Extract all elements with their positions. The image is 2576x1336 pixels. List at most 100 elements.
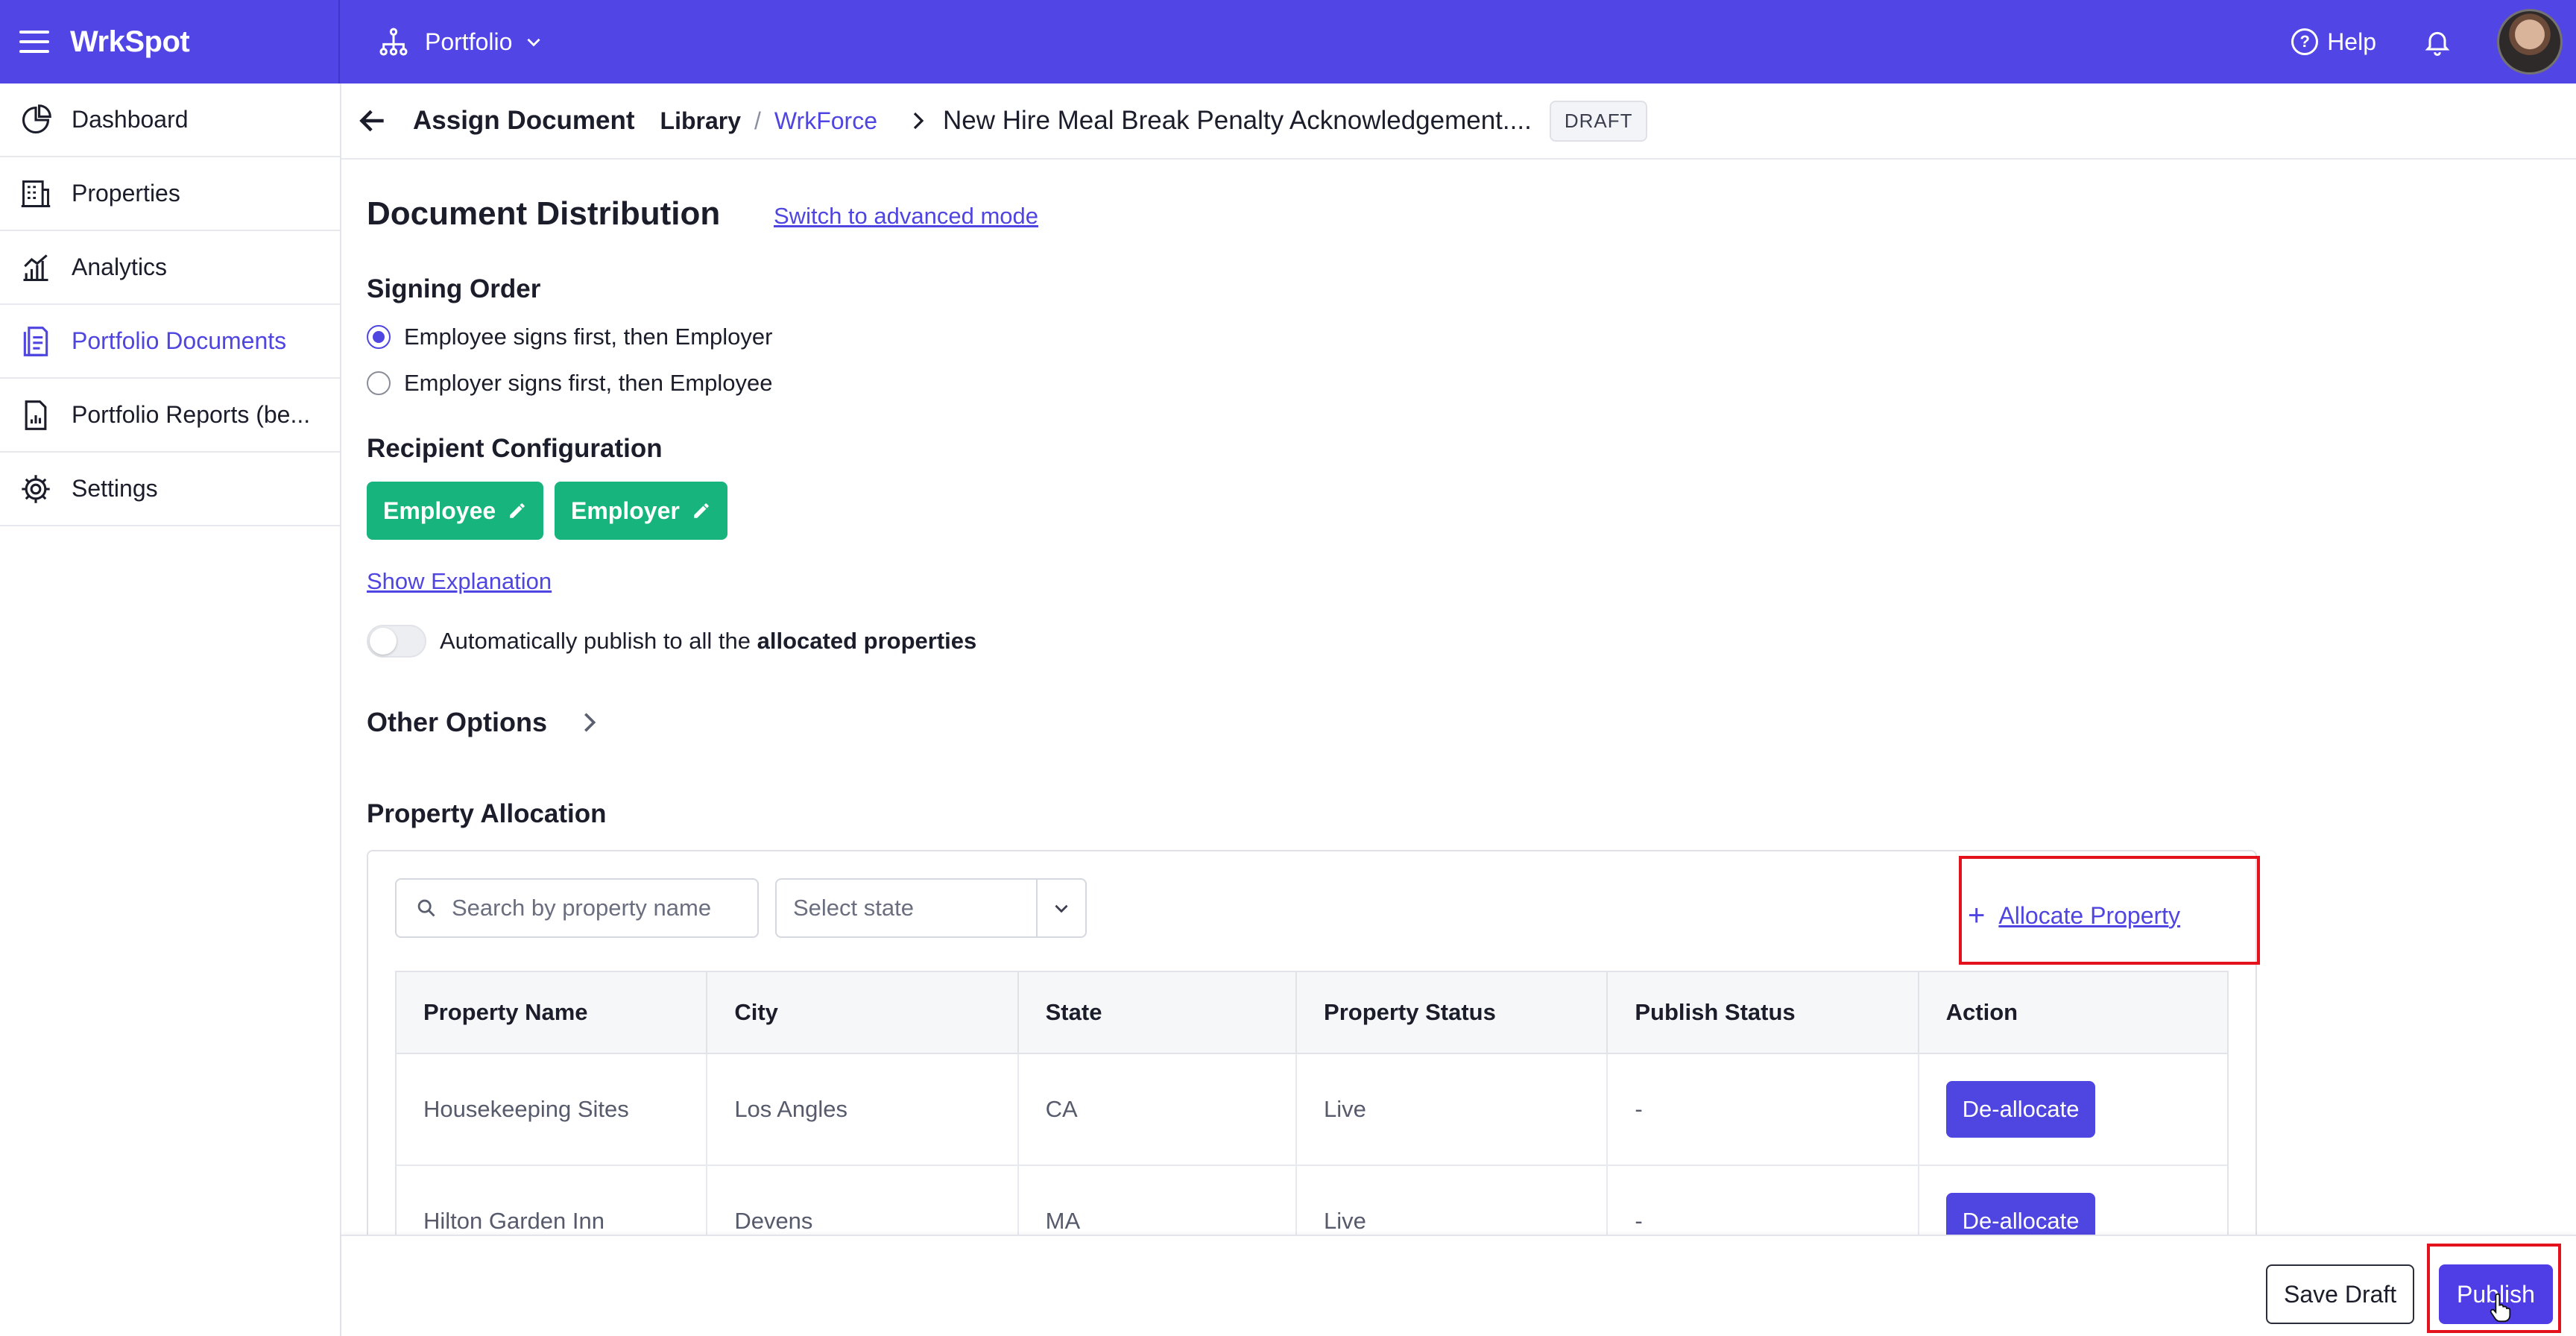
back-arrow-icon[interactable] xyxy=(356,104,389,137)
report-icon xyxy=(25,400,47,430)
state-select-value: Select state xyxy=(793,895,914,921)
sidebar-item-label: Dashboard xyxy=(72,106,189,133)
other-options-label: Other Options xyxy=(367,707,547,737)
bell-icon[interactable] xyxy=(2422,27,2452,57)
property-allocation-heading: Property Allocation xyxy=(367,799,607,828)
search-input[interactable] xyxy=(452,895,750,921)
table-row: Housekeeping Sites Los Angles CA Live - … xyxy=(397,1054,2227,1166)
cell-property-status: Live xyxy=(1297,1166,1609,1235)
radio-label: Employee signs first, then Employer xyxy=(404,324,773,350)
dashboard-icon xyxy=(22,104,51,133)
other-options-toggle[interactable]: Other Options xyxy=(367,707,602,738)
page-title: Assign Document xyxy=(413,106,635,135)
cell-city: Los Angles xyxy=(707,1054,1019,1165)
property-search-box[interactable] xyxy=(395,878,759,938)
auto-publish-row: Automatically publish to all the allocat… xyxy=(367,625,976,658)
search-icon xyxy=(417,899,435,917)
column-header[interactable]: City xyxy=(707,972,1019,1053)
de-allocate-button[interactable]: De-allocate xyxy=(1945,1193,2096,1235)
cell-state: MA xyxy=(1019,1166,1298,1235)
column-header[interactable]: State xyxy=(1019,972,1298,1053)
gear-icon xyxy=(22,474,50,503)
plus-icon: + xyxy=(1968,899,1986,932)
auto-publish-toggle[interactable] xyxy=(367,625,426,658)
signing-option-employer-first[interactable]: Employer signs first, then Employee xyxy=(367,370,773,397)
help-label: Help xyxy=(2327,28,2376,55)
sidebar-item-properties[interactable]: Properties xyxy=(0,157,340,231)
signing-order-heading: Signing Order xyxy=(367,274,541,303)
sidebar-item-settings[interactable]: Settings xyxy=(0,453,340,526)
property-table: Property Name City State Property Status… xyxy=(395,971,2229,1235)
state-select-caret[interactable] xyxy=(1036,880,1085,936)
property-allocation-panel: Select state + Allocate Property Propert… xyxy=(367,850,2257,1235)
advanced-mode-link[interactable]: Switch to advanced mode xyxy=(774,203,1038,230)
hamburger-menu-icon[interactable] xyxy=(19,31,49,53)
cell-property-status: Live xyxy=(1297,1054,1609,1165)
state-select[interactable]: Select state xyxy=(775,878,1087,938)
analytics-icon xyxy=(23,253,48,281)
table-header: Property Name City State Property Status… xyxy=(397,972,2227,1054)
de-allocate-button[interactable]: De-allocate xyxy=(1945,1081,2096,1138)
auto-publish-label: Automatically publish to all the allocat… xyxy=(440,628,977,654)
hierarchy-icon xyxy=(379,28,408,56)
column-header[interactable]: Property Name xyxy=(397,972,708,1053)
signing-option-employee-first[interactable]: Employee signs first, then Employer xyxy=(367,324,773,350)
radio-button[interactable] xyxy=(367,371,391,395)
building-icon xyxy=(21,180,51,207)
column-header: Action xyxy=(1945,999,2018,1025)
cell-publish-status: - xyxy=(1608,1054,1919,1165)
chevron-down-icon xyxy=(1055,904,1068,913)
cell-action: De-allocate xyxy=(1919,1054,2227,1165)
recipient-chip-employee[interactable]: Employee xyxy=(367,482,544,540)
hand-cursor-icon xyxy=(2490,1293,2511,1323)
chevron-right-icon xyxy=(913,112,924,130)
main-content: Document Distribution Switch to advanced… xyxy=(367,160,2576,1235)
section-title: Document Distribution xyxy=(367,195,721,232)
cell-property-name: Hilton Garden Inn xyxy=(397,1166,708,1235)
brand-logo: WrkSpot xyxy=(70,25,190,58)
column-header[interactable]: Property Status xyxy=(1297,972,1609,1053)
top-bar: WrkSpot Portfolio ? Help xyxy=(0,0,2576,84)
sidebar-item-label: Portfolio Documents xyxy=(72,327,287,354)
cell-action: De-allocate xyxy=(1919,1166,2227,1235)
pencil-icon[interactable] xyxy=(692,501,711,520)
chevron-down-icon xyxy=(527,38,540,47)
sidebar-item-portfolio-reports[interactable]: Portfolio Reports (be... xyxy=(0,379,340,453)
save-draft-button[interactable]: Save Draft xyxy=(2266,1264,2415,1324)
page-header: Assign Document Library / WrkForce New H… xyxy=(341,84,2576,160)
radio-label: Employer signs first, then Employee xyxy=(404,370,773,396)
allocate-property-label: Allocate Property xyxy=(1998,901,2181,929)
recipient-configuration-heading: Recipient Configuration xyxy=(367,434,663,463)
pencil-icon[interactable] xyxy=(508,501,527,520)
recipient-chip-employer[interactable]: Employer xyxy=(555,482,727,540)
sidebar-item-label: Analytics xyxy=(72,253,168,280)
document-icon xyxy=(23,326,48,356)
sidebar-item-label: Portfolio Reports (be... xyxy=(72,401,311,428)
portfolio-label: Portfolio xyxy=(425,28,513,55)
breadcrumb-library[interactable]: Library xyxy=(660,107,741,135)
sidebar-item-dashboard[interactable]: Dashboard xyxy=(0,84,340,157)
sidebar-item-label: Properties xyxy=(72,180,180,207)
radio-button-selected[interactable] xyxy=(367,325,391,349)
help-button[interactable]: ? Help xyxy=(2291,28,2376,56)
chip-label: Employer xyxy=(571,497,680,524)
status-badge: DRAFT xyxy=(1549,100,1648,142)
chip-label: Employee xyxy=(383,497,496,524)
cell-publish-status: - xyxy=(1608,1166,1919,1235)
breadcrumb-folder[interactable]: WrkForce xyxy=(774,107,877,135)
action-footer: Save Draft Publish xyxy=(341,1235,2576,1336)
document-title: New Hire Meal Break Penalty Acknowledgem… xyxy=(943,106,1532,135)
sidebar-item-portfolio-documents[interactable]: Portfolio Documents xyxy=(0,305,340,379)
portfolio-switcher[interactable]: Portfolio xyxy=(379,27,560,57)
cell-city: Devens xyxy=(707,1166,1019,1235)
brand-area: WrkSpot xyxy=(0,0,340,84)
cell-property-name: Housekeeping Sites xyxy=(397,1054,708,1165)
avatar[interactable] xyxy=(2497,9,2563,75)
allocate-property-button[interactable]: + Allocate Property xyxy=(1968,886,2180,945)
sidebar-item-analytics[interactable]: Analytics xyxy=(0,231,340,305)
chevron-right-icon xyxy=(584,713,596,732)
cell-state: CA xyxy=(1019,1054,1298,1165)
show-explanation-link[interactable]: Show Explanation xyxy=(367,568,552,595)
breadcrumb-separator: / xyxy=(754,107,761,134)
column-header[interactable]: Publish Status xyxy=(1608,972,1919,1053)
